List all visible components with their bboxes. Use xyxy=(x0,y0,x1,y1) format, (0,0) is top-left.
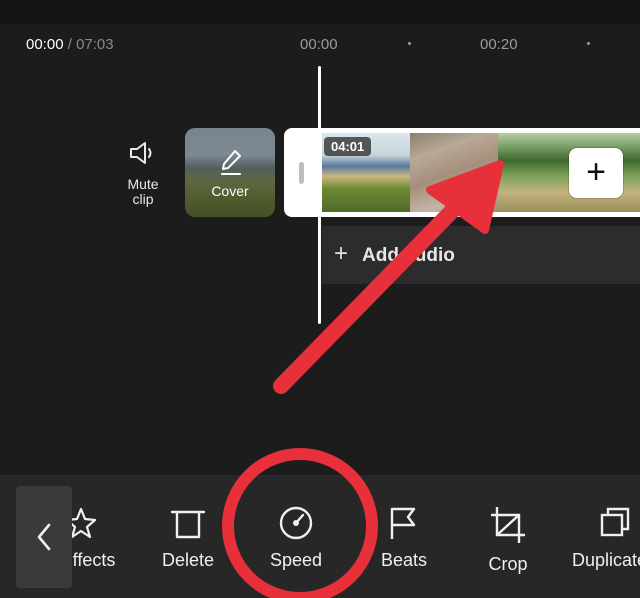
ruler-tick-dot xyxy=(587,42,590,45)
timecode: 00:00 / 07:03 xyxy=(26,36,114,53)
add-clip-button[interactable]: + xyxy=(569,148,623,198)
tool-label: Duplicate xyxy=(572,550,640,570)
tool-label: Beats xyxy=(380,550,428,570)
tool-label: Delete xyxy=(161,550,215,570)
plus-icon: + xyxy=(334,240,349,267)
trash-icon xyxy=(170,510,206,539)
mute-clip-button[interactable]: Mute clip xyxy=(112,140,174,207)
time-separator: / xyxy=(67,36,72,53)
clip-duration-badge: 04:01 xyxy=(324,137,372,156)
tool-label: Speed xyxy=(269,550,323,570)
add-audio-button[interactable]: + Add audio xyxy=(322,226,640,284)
trim-grip xyxy=(299,162,304,184)
clip-frame xyxy=(410,133,498,212)
bottom-toolbar: Effects Delete Speed Beats Crop Duplicat… xyxy=(0,475,640,598)
mute-label-line2: clip xyxy=(132,191,154,207)
ruler-tick-dot xyxy=(408,42,411,45)
total-time: 07:03 xyxy=(76,36,114,53)
flag-icon xyxy=(390,507,416,539)
pencil-icon xyxy=(221,150,241,175)
back-button[interactable] xyxy=(16,486,72,588)
clip-trim-handle[interactable] xyxy=(284,128,320,217)
cover-thumbnail[interactable]: Cover xyxy=(185,128,275,217)
mute-label-line1: Mute xyxy=(127,176,159,192)
chevron-left-icon xyxy=(37,523,51,551)
top-bar xyxy=(0,0,640,24)
speaker-icon xyxy=(130,142,152,164)
duplicate-icon xyxy=(600,507,630,537)
ruler-label-0: 00:00 xyxy=(300,36,338,53)
speed-icon xyxy=(279,506,313,540)
crop-icon xyxy=(491,507,525,543)
cover-label: Cover xyxy=(211,183,249,199)
playhead[interactable] xyxy=(318,66,321,324)
ruler-label-1: 00:20 xyxy=(480,36,518,53)
current-time: 00:00 xyxy=(26,36,64,53)
tool-label: Crop xyxy=(488,554,528,574)
add-audio-label: Add audio xyxy=(362,245,455,266)
